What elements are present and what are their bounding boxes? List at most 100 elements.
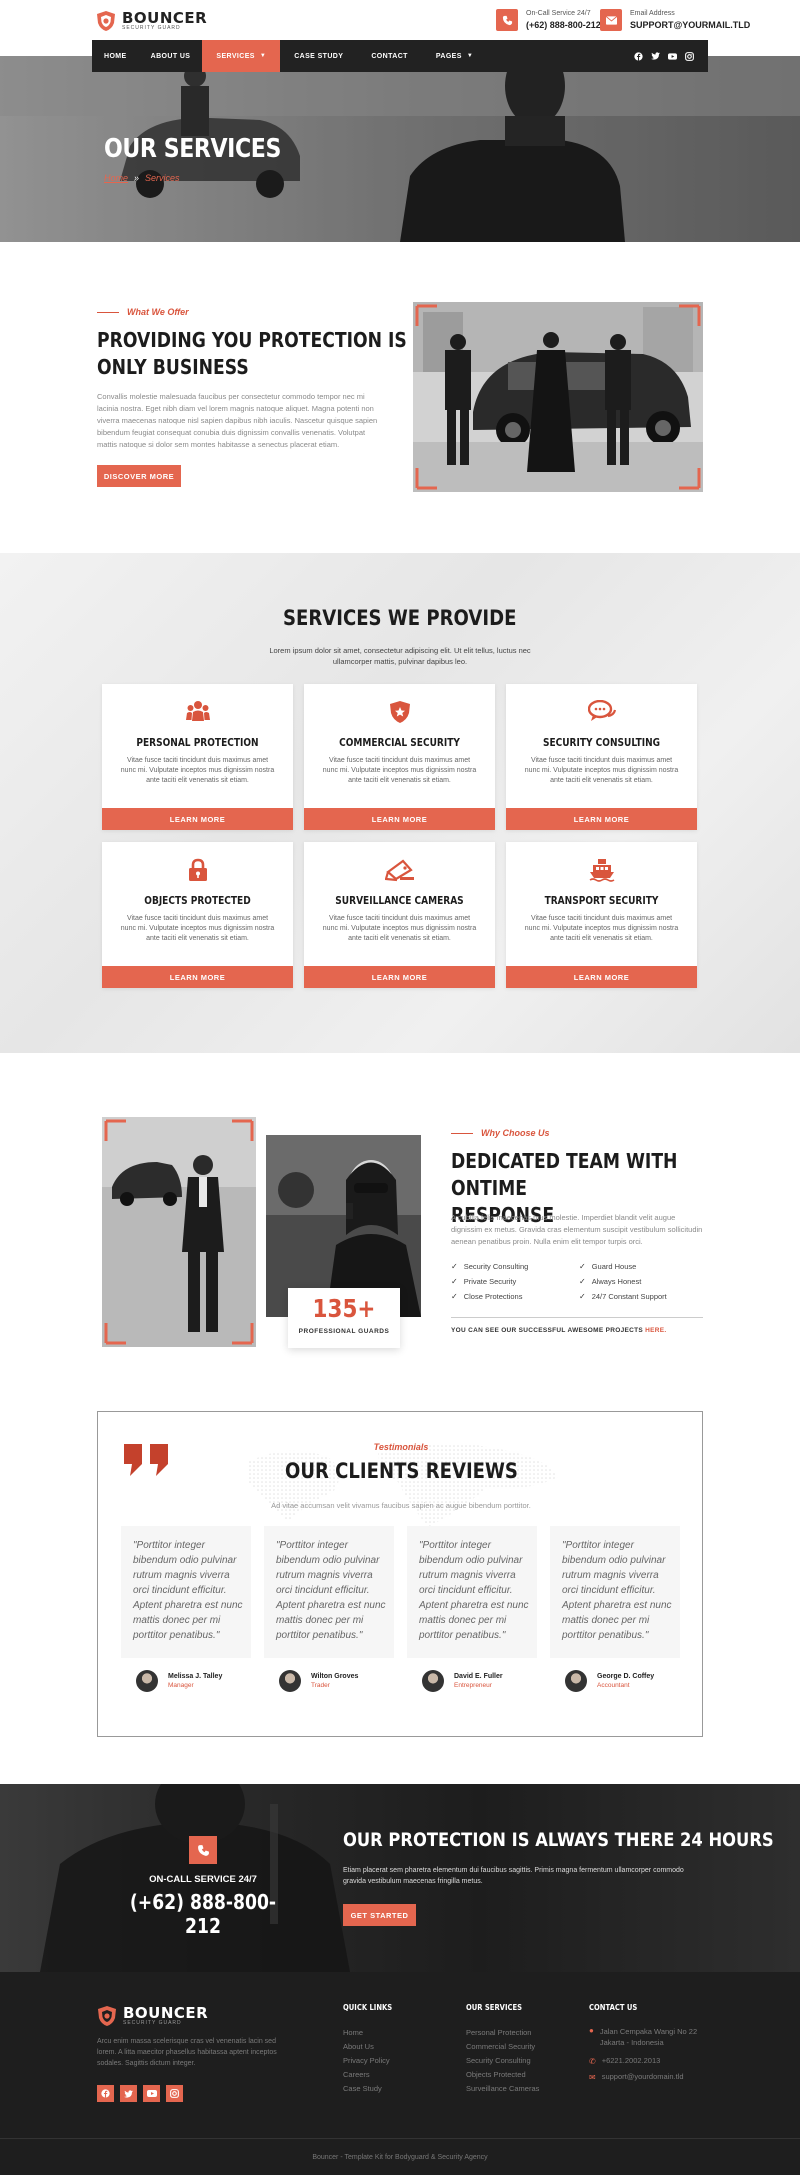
footer-link[interactable]: Personal Protection (466, 2026, 539, 2040)
check-icon: ✓ (451, 1292, 458, 1301)
service-card-security-consulting: SECURITY CONSULTING Vitae fusce taciti t… (506, 684, 697, 830)
cta-text-line1: Etiam placerat sem pharetra elementum du… (343, 1867, 684, 1874)
page-title: OUR SERVICES (104, 134, 281, 164)
email-icon: ✉ (589, 2072, 596, 2082)
check-icon: ✓ (579, 1292, 586, 1301)
learn-more-button[interactable]: LEARN MORE (102, 808, 293, 830)
testimonials-title: OUR CLIENTS REVIEWS (98, 1459, 704, 1483)
service-text: Vitae fusce taciti tincidunt duis maximu… (322, 915, 477, 942)
email-address[interactable]: SUPPORT@YOURMAIL.TLD (630, 19, 750, 31)
author-name: Melissa J. Talley (168, 1673, 223, 1680)
cta-section: ON-CALL SERVICE 24/7 (+62) 888-800-212 O… (0, 1784, 800, 1972)
service-text: Vitae fusce taciti tincidunt duis maximu… (322, 757, 477, 784)
service-title: OBJECTS PROTECTED (144, 894, 251, 907)
services-section: SERVICES WE PROVIDE Lorem ipsum dolor si… (0, 553, 800, 1053)
service-card-commercial-security: COMMERCIAL SECURITY Vitae fusce taciti t… (304, 684, 495, 830)
services-title-text: SERVICES WE PROVIDE (283, 606, 517, 630)
breadcrumb-home[interactable]: Home (104, 173, 128, 183)
testimonials-subtitle: Ad vitae accumsan velit vivamus faucibus… (271, 1501, 531, 1510)
facebook-icon[interactable] (634, 51, 643, 61)
learn-more-button[interactable]: LEARN MORE (506, 808, 697, 830)
footer-socials (97, 2085, 183, 2102)
footer-phone[interactable]: +6221.2002.2013 (602, 2054, 661, 2068)
ship-icon (589, 859, 614, 882)
youtube-icon[interactable] (143, 2085, 160, 2102)
nav-home[interactable]: HOME (92, 40, 139, 72)
get-started-button[interactable]: GET STARTED (343, 1904, 416, 1926)
learn-more-button[interactable]: LEARN MORE (304, 966, 495, 988)
footer-heading: OUR SERVICES (466, 2003, 523, 2012)
instagram-icon[interactable] (166, 2085, 183, 2102)
author-role: Manager (168, 1682, 194, 1689)
nav-about[interactable]: ABOUT US (139, 40, 203, 72)
youtube-icon[interactable] (668, 52, 677, 61)
footer-link[interactable]: Commercial Security (466, 2040, 539, 2054)
service-title: SECURITY CONSULTING (542, 736, 661, 749)
discover-more-button[interactable]: DISCOVER MORE (97, 465, 181, 487)
footer-link[interactable]: Privacy Policy (343, 2054, 401, 2068)
check-label: Always Honest (591, 1277, 642, 1286)
footer-link[interactable]: Surveillance Cameras (466, 2082, 539, 2096)
cta-title: OUR PROTECTION IS ALWAYS THERE 24 HOURS (343, 1829, 774, 1851)
twitter-icon[interactable] (120, 2085, 137, 2102)
footer-about-text: Arcu enim massa scelerisque cras vel ven… (97, 2038, 277, 2067)
nav-services[interactable]: SERVICES ▼ (202, 40, 281, 72)
author-role: Accountant (597, 1682, 630, 1689)
cta-phone[interactable]: (+62) 888-800-212 (103, 1890, 303, 1938)
testimonial-card: "Porttitor integer bibendum odio pulvina… (550, 1526, 680, 1658)
service-title: PERSONAL PROTECTION (136, 736, 259, 749)
footer-link[interactable]: Security Consulting (466, 2054, 539, 2068)
learn-more-button[interactable]: LEARN MORE (506, 966, 697, 988)
author-role: Entrepreneur (454, 1682, 492, 1689)
footer-link[interactable]: Home (343, 2026, 401, 2040)
nav-socials (634, 51, 708, 61)
footer-link[interactable]: Objects Protected (466, 2068, 539, 2082)
check-item: ✓ Close Protections (451, 1292, 579, 1301)
testimonials-title-text: OUR CLIENTS REVIEWS (284, 1459, 518, 1483)
footer-link[interactable]: Careers (343, 2068, 401, 2082)
about-title: PROVIDING YOU PROTECTION IS OUR ONLY BUS… (97, 327, 458, 381)
footer-email[interactable]: support@yourdomain.tld (602, 2070, 684, 2084)
nav-case-study[interactable]: CASE STUDY (280, 40, 357, 72)
check-icon: ✓ (451, 1262, 458, 1271)
footer-quick-links: QUICK LINKS Home About Us Privacy Policy… (343, 2003, 401, 2096)
avatar (136, 1670, 158, 1692)
footer-link[interactable]: Case Study (343, 2082, 401, 2096)
learn-more-button[interactable]: LEARN MORE (304, 808, 495, 830)
why-title-line1: DEDICATED TEAM WITH ONTIME (451, 1149, 678, 1200)
twitter-icon[interactable] (651, 52, 660, 61)
chevron-down-icon: ▼ (466, 53, 474, 59)
footer-logo-name: BOUNCER (123, 2004, 209, 2022)
nav-services-label: SERVICES (216, 52, 255, 60)
guards-car-photo (413, 302, 703, 492)
projects-text: YOU CAN SEE OUR SUCCESSFUL AWESOME PROJE… (451, 1327, 644, 1334)
call-number[interactable]: (+62) 888-800-212 (526, 19, 601, 31)
breadcrumb-separator: » (134, 173, 140, 183)
check-icon: ✓ (451, 1277, 458, 1286)
check-item: ✓ Private Security (451, 1277, 579, 1286)
chevron-down-icon: ▼ (259, 53, 267, 59)
projects-link[interactable]: HERE. (645, 1327, 666, 1334)
avatar (279, 1670, 301, 1692)
services-subtitle-line2: ullamcorper mattis, pulvinar dapibus leo… (332, 657, 468, 666)
shield-star-icon (389, 701, 410, 723)
testimonials-section: Testimonials OUR CLIENTS REVIEWS Ad vita… (97, 1411, 703, 1737)
shield-logo-icon (98, 2006, 116, 2026)
projects-line: YOU CAN SEE OUR SUCCESSFUL AWESOME PROJE… (451, 1327, 667, 1334)
testimonial-author: George D. Coffey Accountant (565, 1670, 654, 1692)
email-label: Email Address (630, 10, 675, 17)
instagram-icon[interactable] (685, 51, 694, 61)
footer-logo[interactable]: BOUNCER SECURITY GUARD (97, 2005, 208, 2027)
nav-contact[interactable]: CONTACT (357, 40, 422, 72)
testimonials-eyebrow: Testimonials (373, 1442, 429, 1452)
testimonial-quote: "Porttitor integer bibendum odio pulvina… (419, 1540, 529, 1641)
footer-contact: CONTACT US ● Jalan Cempaka Wangi No 22 J… (589, 2003, 697, 2084)
service-card-objects-protected: OBJECTS PROTECTED Vitae fusce taciti tin… (102, 842, 293, 988)
nav-pages[interactable]: PAGES ▼ (422, 40, 487, 72)
learn-more-button[interactable]: LEARN MORE (102, 966, 293, 988)
about-title-line2: ONLY BUSINESS (97, 355, 249, 379)
facebook-icon[interactable] (97, 2085, 114, 2102)
about-image (413, 302, 703, 492)
footer-link[interactable]: About Us (343, 2040, 401, 2054)
logo[interactable]: BOUNCER SECURITY GUARD (96, 10, 207, 32)
